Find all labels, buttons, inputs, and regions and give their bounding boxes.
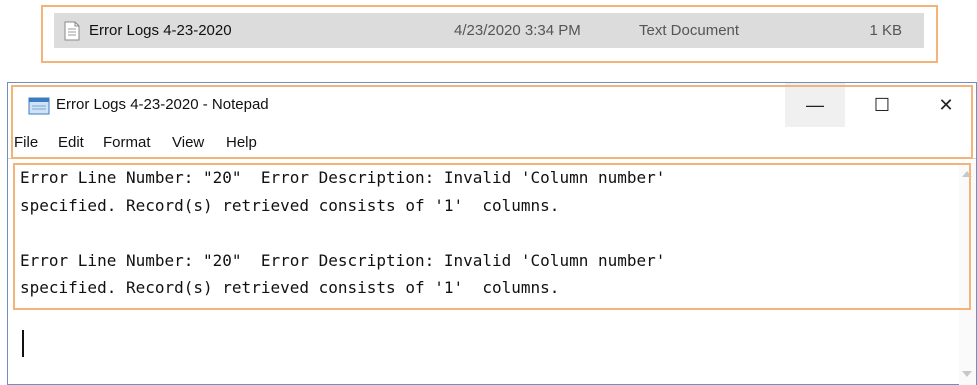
vertical-scrollbar[interactable] [959,163,976,385]
file-name[interactable]: Error Logs 4-23-2020 [89,22,232,39]
menu-file[interactable]: File [14,134,38,151]
title-bar[interactable]: Error Logs 4-23-2020 - Notepad — ☐ ✕ [8,83,976,127]
notepad-window: Error Logs 4-23-2020 - Notepad — ☐ ✕ Fil… [7,82,977,385]
text-line: specified. Record(s) retrieved consists … [20,278,560,297]
close-icon: ✕ [938,94,954,115]
menu-view[interactable]: View [172,134,204,151]
file-size: 1 KB [869,22,902,39]
text-editor-area[interactable]: Error Line Number: "20" Error Descriptio… [20,164,960,302]
text-caret [22,330,24,357]
file-list-row[interactable]: Error Logs 4-23-2020 4/23/2020 3:34 PM T… [54,13,924,48]
text-file-icon [64,21,80,41]
menu-bar: File Edit Format View Help [8,131,976,155]
file-date-modified: 4/23/2020 3:34 PM [454,22,581,39]
menu-format[interactable]: Format [103,134,151,151]
text-line-blank [20,219,960,247]
minimize-button[interactable]: — [785,83,845,127]
scroll-down-icon[interactable] [962,371,972,377]
text-line: Error Line Number: "20" Error Descriptio… [20,168,666,187]
menu-edit[interactable]: Edit [58,134,84,151]
file-type: Text Document [639,22,740,39]
maximize-icon: ☐ [873,94,891,115]
close-button[interactable]: ✕ [916,83,976,127]
notepad-icon [28,97,50,115]
maximize-button[interactable]: ☐ [852,83,912,127]
minimize-icon: — [806,94,824,115]
text-line: Error Line Number: "20" Error Descriptio… [20,250,666,270]
scroll-up-icon[interactable] [962,171,972,177]
menu-help[interactable]: Help [226,134,257,151]
menu-divider [8,158,976,159]
window-title: Error Logs 4-23-2020 - Notepad [56,96,269,113]
text-line: specified. Record(s) retrieved consists … [20,195,560,215]
